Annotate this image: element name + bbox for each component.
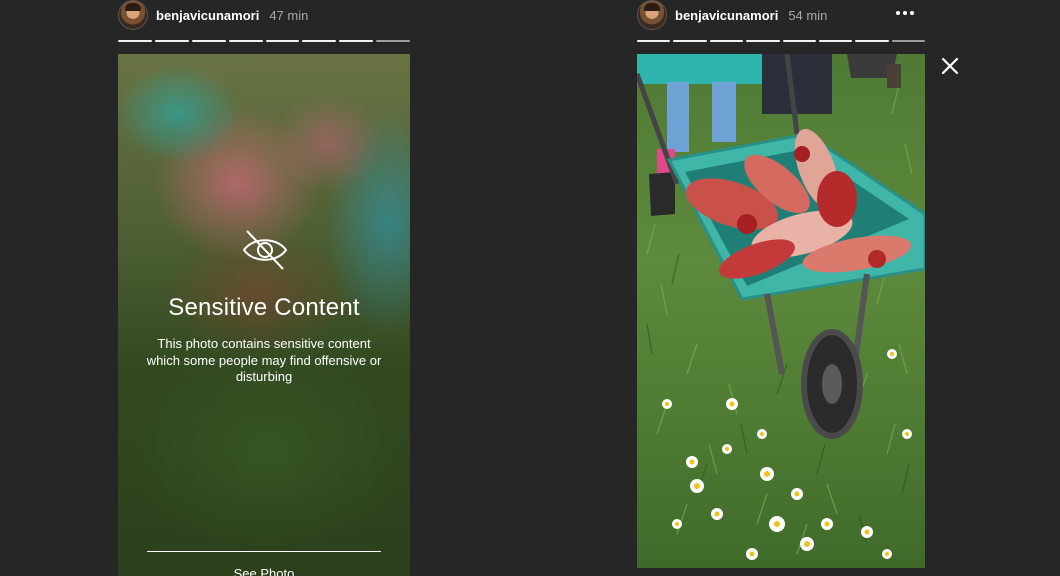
right-story-header: benjavicunamori 54 min (637, 0, 827, 30)
sensitive-content-title: Sensitive Content (168, 294, 360, 321)
username-link[interactable]: benjavicunamori (156, 8, 259, 23)
progress-segment (782, 40, 816, 42)
progress-segment (302, 40, 337, 42)
timestamp: 54 min (788, 7, 828, 23)
story-progress-bar (118, 40, 410, 42)
story-photo[interactable] (637, 54, 925, 568)
avatar[interactable] (118, 0, 148, 30)
progress-segment (891, 40, 925, 42)
dot (896, 11, 900, 15)
progress-segment (818, 40, 853, 42)
avatar[interactable] (637, 0, 667, 30)
sensitive-content-description: This photo contains sensitive content wh… (146, 336, 382, 384)
dot (910, 11, 914, 15)
progress-segment (265, 40, 300, 42)
story-progress-bar (637, 40, 925, 42)
eye-slash-icon (242, 230, 288, 270)
timestamp: 47 min (269, 7, 309, 23)
sensitive-story-card[interactable]: Sensitive Content This photo contains se… (118, 54, 410, 576)
progress-segment (637, 40, 671, 42)
progress-segment (191, 40, 226, 42)
divider (147, 551, 381, 552)
progress-segment (746, 40, 780, 42)
dot (903, 11, 907, 15)
progress-segment (154, 40, 189, 42)
progress-segment (673, 40, 707, 42)
progress-segment (228, 40, 263, 42)
progress-segment (376, 40, 410, 42)
progress-segment (118, 40, 152, 42)
progress-segment (339, 40, 374, 42)
progress-segment (709, 40, 744, 42)
close-icon[interactable] (940, 56, 960, 76)
see-photo-button[interactable]: See Photo (118, 566, 410, 576)
left-story-header: benjavicunamori 47 min (118, 0, 308, 30)
story-photo-image (637, 54, 925, 560)
username-link[interactable]: benjavicunamori (675, 8, 778, 23)
more-horizontal-icon[interactable] (896, 8, 918, 18)
progress-segment (855, 40, 889, 42)
